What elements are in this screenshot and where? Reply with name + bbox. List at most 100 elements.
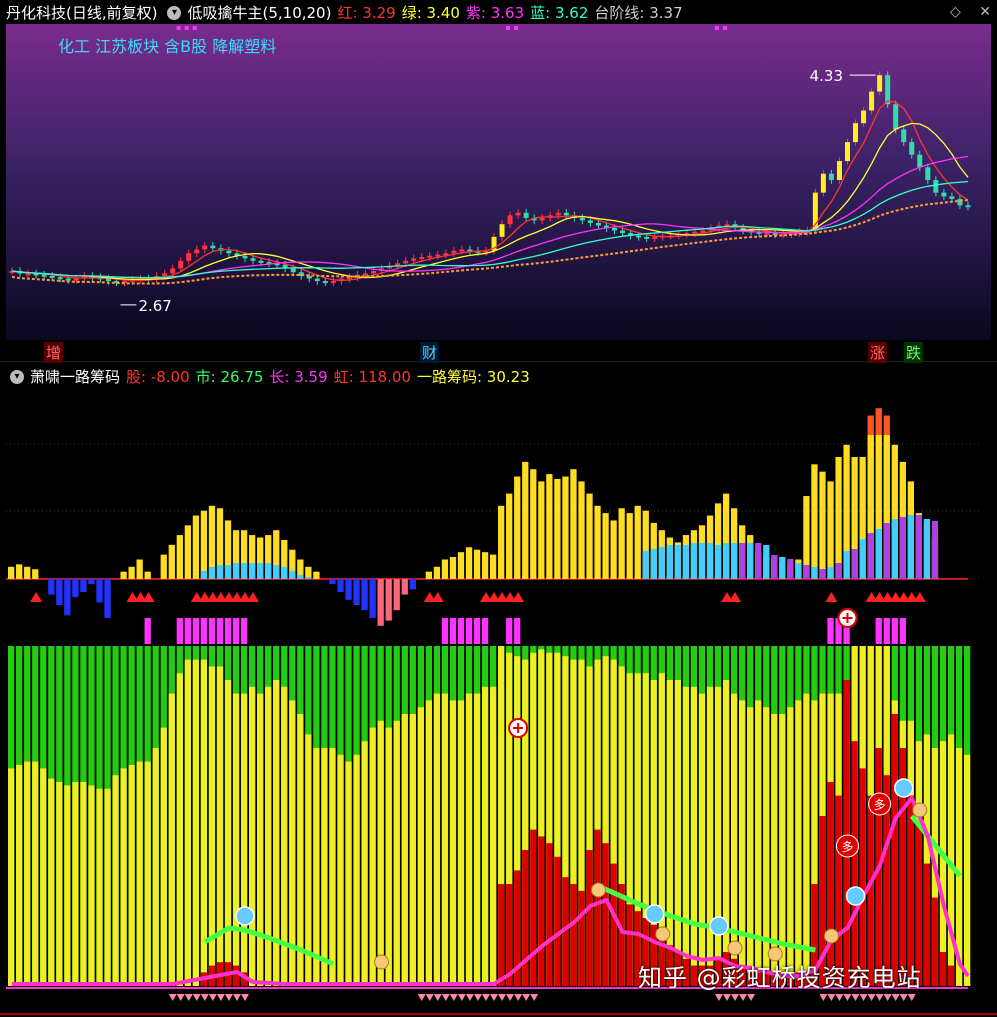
upper-bar-negative: [104, 579, 111, 618]
candle-body: [371, 270, 377, 274]
signal-ball: [893, 778, 914, 798]
signal-block: [184, 618, 191, 644]
upper-bar-inner: [690, 543, 698, 579]
chip-yellow-bar: [24, 761, 31, 986]
upper-bar-negative: [48, 579, 55, 595]
chip-yellow-bar: [8, 768, 15, 986]
upper-bar-inner: [875, 529, 882, 579]
chip-red-bar: [923, 863, 931, 986]
upper-bar: [546, 474, 553, 579]
chip-yellow-bar: [337, 754, 344, 986]
upper-bar-inner: [779, 557, 786, 579]
chip-yellow-bar: [722, 680, 730, 986]
diamond-mark: [433, 994, 442, 1001]
candle-body: [242, 255, 248, 259]
chevron-down-icon[interactable]: ▾: [167, 5, 182, 20]
chip-yellow-bar: [128, 765, 135, 986]
chip-panel[interactable]: 多多 ▾ 萧啸一路筹码 股: -8.00 市: 26.75 长: 3.59 虹:…: [0, 364, 997, 1017]
upper-bar-inner: [787, 559, 794, 579]
chevron-down-icon[interactable]: ▾: [10, 369, 24, 384]
upper-bar: [514, 476, 521, 579]
upper-bar: [200, 510, 208, 579]
upper-bar-inner: [698, 543, 706, 579]
diamond-mark: [907, 994, 916, 1001]
chip-yellow-bar: [939, 741, 947, 986]
top-signal-mark: [184, 26, 189, 30]
upper-bar: [465, 547, 473, 579]
upper-bar: [835, 457, 842, 579]
top-signal-mark: [176, 26, 181, 30]
chip-red-bar: [232, 965, 240, 986]
hand-icon: [590, 882, 606, 898]
signal-block: [883, 618, 890, 644]
diamond-mark: [514, 994, 523, 1001]
chip-yellow-bar: [698, 693, 706, 986]
chip-yellow-bar: [763, 707, 770, 986]
upper-bar-inner: [755, 543, 762, 579]
chip-yellow-bar: [136, 761, 143, 986]
chip-red-bar: [602, 843, 609, 986]
signal-block: [891, 618, 898, 644]
upper-bar-inner: [731, 543, 738, 579]
chip-yellow-bar: [160, 727, 167, 986]
upper-bar-inner: [224, 565, 232, 579]
diamond-mark: [216, 994, 225, 1001]
candle-body: [435, 254, 441, 257]
signal-triangle: [512, 592, 525, 602]
price-panel[interactable]: 4.33 2.67 丹化科技(日线,前复权) ▾ 低吸擒牛主(5,10,20) 红…: [0, 0, 997, 363]
upper-bar: [192, 515, 200, 579]
upper-bar-inner: [265, 563, 272, 579]
upper-bar-inner: [257, 563, 264, 579]
candle-body: [612, 228, 618, 231]
upper-bar-inner: [835, 563, 842, 579]
chip-red-bar: [626, 904, 633, 986]
upper-bar: [570, 469, 577, 579]
candle-body: [933, 180, 939, 193]
candle-body: [869, 91, 875, 111]
upper-bar-inner: [273, 565, 280, 579]
candle-body: [820, 173, 826, 193]
diamond-mark: [875, 994, 884, 1001]
chip-chart: 多多: [0, 408, 997, 1015]
upper-bar: [168, 544, 175, 579]
chip-red-bar: [522, 850, 529, 986]
signal-triangle: [247, 592, 260, 602]
upper-bar-inner: [642, 551, 649, 579]
diamond-mark: [184, 994, 193, 1001]
upper-bar: [827, 481, 834, 579]
chip-yellow-bar: [249, 686, 256, 986]
candle-body: [403, 260, 409, 264]
upper-bar: [449, 557, 457, 579]
upper-bar: [554, 478, 561, 579]
upper-bar-inner: [843, 551, 850, 579]
chip-red-bar: [546, 843, 553, 986]
chip-red-bar: [530, 829, 537, 986]
signal-block: [875, 618, 882, 644]
chip-yellow-bar: [353, 754, 360, 986]
chip-yellow-bar: [385, 727, 392, 986]
legend-yilu: 一路筹码: 30.23: [416, 368, 530, 386]
upper-bar: [530, 469, 537, 579]
candle-body: [362, 273, 368, 276]
signal-block: [208, 618, 216, 644]
upper-bar: [32, 569, 39, 579]
chip-yellow-bar: [747, 707, 754, 986]
upper-bar-negative: [329, 579, 336, 585]
diamond-mark: [441, 994, 450, 1001]
low-price-label: 2.67: [138, 297, 171, 315]
close-icon[interactable]: ✕: [979, 4, 991, 20]
diamond-mark: [481, 994, 490, 1001]
chip-yellow-bar: [184, 659, 191, 986]
chip-red-bar: [578, 890, 585, 986]
chip-yellow-bar: [192, 659, 200, 986]
signal-block: [144, 618, 151, 644]
upper-bar-negative: [393, 579, 400, 611]
chip-panel-header: ▾ 萧啸一路筹码 股: -8.00 市: 26.75 长: 3.59 虹: 11…: [6, 366, 536, 387]
upper-bar: [8, 566, 15, 579]
candle-body: [941, 192, 947, 197]
legend-shi: 市: 26.75: [195, 368, 264, 386]
chip-yellow-bar: [409, 714, 416, 986]
diamond-icon[interactable]: ◇: [950, 4, 961, 20]
chip-yellow-bar: [457, 700, 465, 986]
signal-block: [200, 618, 208, 644]
